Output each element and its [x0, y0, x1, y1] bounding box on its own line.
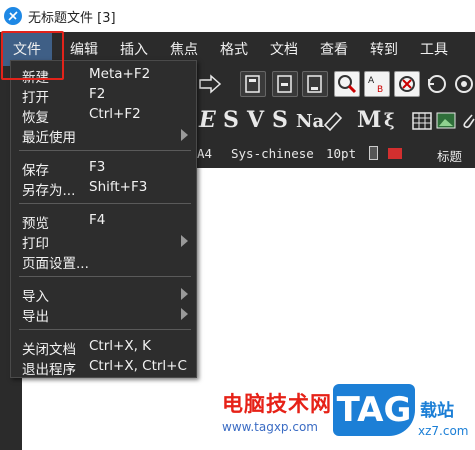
- font-family-select[interactable]: Sys-chinese: [231, 146, 314, 161]
- menu-item-import[interactable]: 导入: [11, 284, 196, 305]
- emphasis-button[interactable]: E: [199, 107, 216, 133]
- copy-page-alt-icon[interactable]: [272, 71, 298, 97]
- flag-icon[interactable]: [388, 148, 402, 159]
- menu-item-close-document[interactable]: 关闭文档 Ctrl+X, K: [11, 337, 196, 358]
- attachment-icon[interactable]: [460, 111, 475, 131]
- menu-item-new[interactable]: 新建 Meta+F2: [11, 65, 196, 86]
- submenu-arrow-icon: [181, 288, 188, 300]
- submenu-arrow-icon: [181, 308, 188, 320]
- small-caps-button[interactable]: S: [272, 107, 288, 133]
- watermark-site-name: 电脑技术网: [222, 392, 332, 416]
- watermark-side-text: 载站: [420, 401, 454, 421]
- menu-item-revert[interactable]: 恢复 Ctrl+F2: [11, 105, 196, 126]
- menu-separator: [19, 276, 191, 277]
- menu-item-export[interactable]: 导出: [11, 304, 196, 325]
- menu-item-open[interactable]: 打开 F2: [11, 85, 196, 106]
- strong-button[interactable]: S: [223, 107, 239, 133]
- file-menu-dropdown: 新建 Meta+F2 打开 F2 恢复 Ctrl+F2 最近使用 保存 F3 另…: [10, 60, 197, 378]
- math-button[interactable]: M: [357, 107, 381, 133]
- submenu-arrow-icon: [181, 129, 188, 141]
- paper-size-select[interactable]: A4: [197, 146, 212, 161]
- paragraph-style-select[interactable]: 标题: [437, 146, 462, 165]
- menu-separator: [19, 203, 191, 204]
- forward-arrow-icon[interactable]: [198, 74, 222, 94]
- watermark-side-url: xz7.com: [418, 424, 469, 438]
- note-icon[interactable]: [322, 110, 344, 132]
- menu-item-print[interactable]: 打印: [11, 231, 196, 252]
- undo-icon[interactable]: [426, 73, 448, 95]
- verbatim-button[interactable]: V: [247, 107, 264, 133]
- menu-tools[interactable]: 工具: [412, 32, 456, 66]
- title-bar: 无标题文件 [3]: [0, 0, 475, 32]
- paste-page-icon[interactable]: [302, 71, 328, 97]
- watermark-tag-logo: TAG: [333, 384, 415, 436]
- svg-text:A: A: [368, 76, 375, 86]
- copy-page-icon[interactable]: [240, 71, 266, 97]
- image-icon[interactable]: [436, 111, 456, 131]
- noun-button[interactable]: Na: [296, 111, 324, 132]
- menu-separator: [19, 150, 191, 151]
- menu-item-save[interactable]: 保存 F3: [11, 158, 196, 179]
- formula-button[interactable]: ξ: [384, 110, 395, 131]
- menu-item-preview[interactable]: 预览 F4: [11, 211, 196, 232]
- app-logo-icon: [4, 7, 22, 25]
- menu-item-save-as[interactable]: 另存为... Shift+F3: [11, 178, 196, 199]
- redo-icon[interactable]: [453, 73, 475, 95]
- menu-item-recent[interactable]: 最近使用: [11, 125, 196, 146]
- menu-separator: [19, 329, 191, 330]
- text-color-swatch[interactable]: [369, 146, 378, 160]
- menu-item-page-setup[interactable]: 页面设置...: [11, 251, 196, 272]
- watermark-url: www.tagxp.com: [222, 420, 318, 434]
- table-icon[interactable]: [412, 112, 432, 130]
- replace-text-icon[interactable]: AB: [364, 71, 390, 97]
- submenu-arrow-icon: [181, 235, 188, 247]
- menu-view[interactable]: 查看: [312, 32, 356, 66]
- menu-format[interactable]: 格式: [212, 32, 256, 66]
- window-title: 无标题文件 [3]: [28, 10, 116, 26]
- menu-goto[interactable]: 转到: [362, 32, 406, 66]
- menu-item-quit[interactable]: 退出程序 Ctrl+X, Ctrl+C: [11, 357, 196, 378]
- font-size-select[interactable]: 10pt: [326, 146, 356, 161]
- svg-text:B: B: [377, 85, 383, 95]
- zoom-search-icon[interactable]: [334, 71, 360, 97]
- menu-document[interactable]: 文档: [262, 32, 306, 66]
- delete-find-icon[interactable]: [394, 71, 420, 97]
